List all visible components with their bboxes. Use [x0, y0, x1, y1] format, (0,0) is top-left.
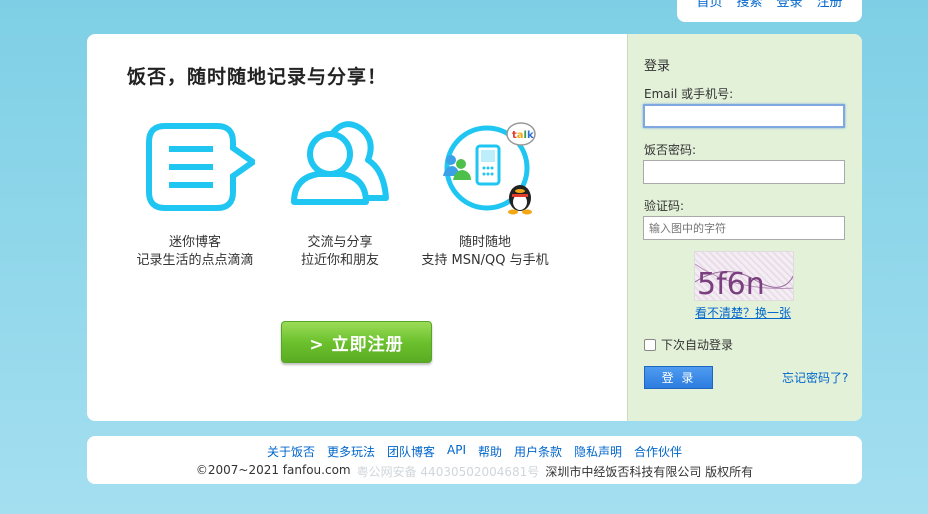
captcha-text: 5f6n — [697, 267, 765, 301]
nav-search-link[interactable]: 搜索 — [736, 0, 762, 9]
footer-link-privacy[interactable]: 隐私声明 — [574, 443, 622, 460]
footer-link-help[interactable]: 帮助 — [478, 443, 502, 460]
footer-link-about[interactable]: 关于饭否 — [267, 443, 315, 460]
footer-copyright: ©2007~2021 fanfou.com 粤公网安备 440305020046… — [87, 463, 862, 480]
password-label: 饭否密码: — [644, 143, 697, 157]
mobile-im-icon: talk — [425, 120, 545, 220]
page-headline: 饭否，随时随地记录与分享！ — [127, 66, 388, 88]
email-field[interactable] — [643, 104, 845, 128]
register-button[interactable]: > 立即注册 — [281, 321, 432, 363]
login-panel: 登录 Email 或手机号: 饭否密码: 验证码: 5f6n 看不清楚？换一张 … — [627, 34, 862, 421]
nav-register-link[interactable]: 注册 — [817, 0, 843, 9]
speech-bubble-icon — [135, 120, 259, 220]
feature-mobile-desc: 支持 MSN/QQ 与手机 — [421, 253, 549, 268]
email-label: Email 或手机号: — [644, 87, 734, 101]
footer-link-more[interactable]: 更多玩法 — [327, 443, 375, 460]
login-title: 登录 — [644, 59, 671, 74]
footer-links: 关于饭否 更多玩法 团队博客 API 帮助 用户条款 隐私声明 合作伙伴 — [87, 443, 862, 460]
password-field[interactable] — [643, 160, 845, 184]
footer-link-blog[interactable]: 团队博客 — [387, 443, 435, 460]
nav-home-link[interactable]: 首页 — [696, 0, 722, 9]
copyright-text: ©2007~2021 fanfou.com — [195, 463, 351, 477]
feature-microblog-title: 迷你博客 — [168, 235, 221, 250]
login-button[interactable]: 登 录 — [644, 366, 713, 389]
feature-sharing: 交流与分享 拉近你和朋友 — [270, 120, 410, 270]
footer-link-terms[interactable]: 用户条款 — [514, 443, 562, 460]
forgot-password-link[interactable]: 忘记密码了? — [782, 369, 848, 386]
feature-mobile: talk 随时随地 支持 MSN/QQ 与手机 — [415, 120, 555, 270]
captcha-label: 验证码: — [644, 199, 685, 213]
remember-label: 下次自动登录 — [661, 338, 734, 352]
footer-link-partners[interactable]: 合作伙伴 — [634, 443, 682, 460]
intro-panel: 饭否，随时随地记录与分享！ 迷你博客 记录生活的点点滴滴 交流与分享 拉近你和朋… — [87, 34, 627, 421]
remember-me[interactable]: 下次自动登录 — [644, 336, 733, 353]
feature-mobile-title: 随时随地 — [458, 235, 511, 250]
footer: 关于饭否 更多玩法 团队博客 API 帮助 用户条款 隐私声明 合作伙伴 ©20… — [87, 436, 862, 484]
feature-sharing-desc: 拉近你和朋友 — [300, 253, 379, 268]
captcha-refresh-link[interactable]: 看不清楚？换一张 — [695, 304, 791, 321]
feature-sharing-title: 交流与分享 — [307, 235, 373, 250]
friends-icon — [280, 120, 400, 220]
top-nav: 首页 搜索 登录 注册 — [677, 0, 862, 22]
footer-link-api[interactable]: API — [447, 443, 466, 460]
main-card: 饭否，随时随地记录与分享！ 迷你博客 记录生活的点点滴滴 交流与分享 拉近你和朋… — [87, 34, 862, 421]
feature-microblog-desc: 记录生活的点点滴滴 — [136, 253, 254, 268]
remember-checkbox[interactable] — [644, 338, 656, 351]
icp-record[interactable]: 粤公网安备 44030502004681号 — [357, 463, 540, 480]
captcha-input[interactable] — [643, 216, 845, 240]
nav-login-link[interactable]: 登录 — [777, 0, 803, 9]
captcha-image[interactable]: 5f6n — [694, 251, 794, 301]
company-text: 深圳市中经饭否科技有限公司 版权所有 — [545, 465, 754, 479]
svg-text:talk: talk — [512, 130, 534, 141]
feature-microblog: 迷你博客 记录生活的点点滴滴 — [125, 120, 265, 270]
